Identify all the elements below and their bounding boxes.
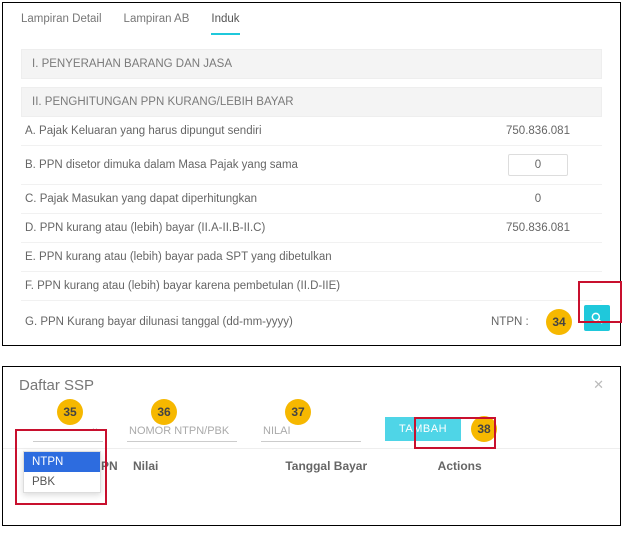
row-d: D. PPN kurang atau (lebih) bayar (II.A-I… — [21, 214, 602, 243]
tab-induk[interactable]: Induk — [211, 9, 239, 35]
tambah-field: TAMBAH 38 — [385, 416, 497, 442]
section-2-header[interactable]: II. PENGHITUNGAN PPN KURANG/LEBIH BAYAR — [21, 87, 602, 117]
row-b-label: B. PPN disetor dimuka dalam Masa Pajak y… — [25, 159, 478, 171]
filter-row: 35 ⌄ 36 37 TAMBAH 38 — [3, 394, 620, 448]
row-c-value: 0 — [478, 193, 598, 205]
col-actions: Actions — [438, 459, 590, 473]
row-g-ntpn-label: NTPN : — [491, 316, 546, 328]
col-tanggal: Tanggal Bayar — [285, 459, 437, 473]
row-f-label: F. PPN kurang atau (lebih) bayar karena … — [25, 280, 478, 292]
nomor-input[interactable] — [127, 421, 237, 442]
tab-lampiran-detail[interactable]: Lampiran Detail — [21, 9, 102, 35]
row-c: C. Pajak Masukan yang dapat diperhitungk… — [21, 185, 602, 214]
search-icon — [590, 311, 604, 325]
section-1-header[interactable]: I. PENYERAHAN BARANG DAN JASA — [21, 49, 602, 79]
main-panel: Lampiran Detail Lampiran AB Induk I. PEN… — [2, 2, 621, 346]
col-nilai: Nilai — [133, 459, 285, 473]
dropdown-opt-ntpn[interactable]: NTPN — [24, 452, 100, 472]
tab-lampiran-ab[interactable]: Lampiran AB — [124, 9, 190, 35]
row-a-label: A. Pajak Keluaran yang harus dipungut se… — [25, 125, 478, 137]
nilai-input[interactable] — [261, 421, 361, 442]
nomor-field: 36 — [127, 421, 237, 442]
row-d-value: 750.836.081 — [478, 222, 598, 234]
row-b: B. PPN disetor dimuka dalam Masa Pajak y… — [21, 146, 602, 185]
content-area: I. PENYERAHAN BARANG DAN JASA II. PENGHI… — [3, 35, 620, 357]
row-b-input[interactable]: 0 — [508, 154, 568, 176]
row-a-value: 750.836.081 — [478, 125, 598, 137]
row-e-label: E. PPN kurang atau (lebih) bayar pada SP… — [25, 251, 478, 263]
row-g-label: G. PPN Kurang bayar dilunasi tanggal (dd… — [25, 316, 491, 328]
badge-37: 37 — [285, 399, 311, 425]
row-c-label: C. Pajak Masukan yang dapat diperhitungk… — [25, 193, 478, 205]
tab-bar: Lampiran Detail Lampiran AB Induk — [3, 3, 620, 35]
close-icon[interactable]: ✕ — [593, 377, 604, 393]
nilai-field: 37 — [261, 421, 361, 442]
ntpn-search-button[interactable] — [584, 305, 610, 331]
row-b-value: 0 — [478, 154, 598, 176]
row-g: G. PPN Kurang bayar dilunasi tanggal (dd… — [21, 301, 602, 343]
tambah-button[interactable]: TAMBAH — [385, 417, 461, 441]
ssp-panel: Daftar SSP ✕ 35 ⌄ 36 37 TAMBAH 38 PN Nil… — [2, 366, 621, 526]
row-f: F. PPN kurang atau (lebih) bayar karena … — [21, 272, 602, 301]
badge-38: 38 — [471, 416, 497, 442]
ssp-title: Daftar SSP — [19, 377, 94, 394]
type-select-field: 35 ⌄ — [33, 421, 103, 442]
badge-36: 36 — [151, 399, 177, 425]
badge-34: 34 — [546, 309, 572, 335]
type-dropdown[interactable]: NTPN PBK — [23, 451, 101, 493]
row-a: A. Pajak Keluaran yang harus dipungut se… — [21, 117, 602, 146]
row-e: E. PPN kurang atau (lebih) bayar pada SP… — [21, 243, 602, 272]
chevron-down-icon[interactable]: ⌄ — [91, 423, 99, 434]
row-d-label: D. PPN kurang atau (lebih) bayar (II.A-I… — [25, 222, 478, 234]
dropdown-opt-pbk[interactable]: PBK — [24, 472, 100, 492]
